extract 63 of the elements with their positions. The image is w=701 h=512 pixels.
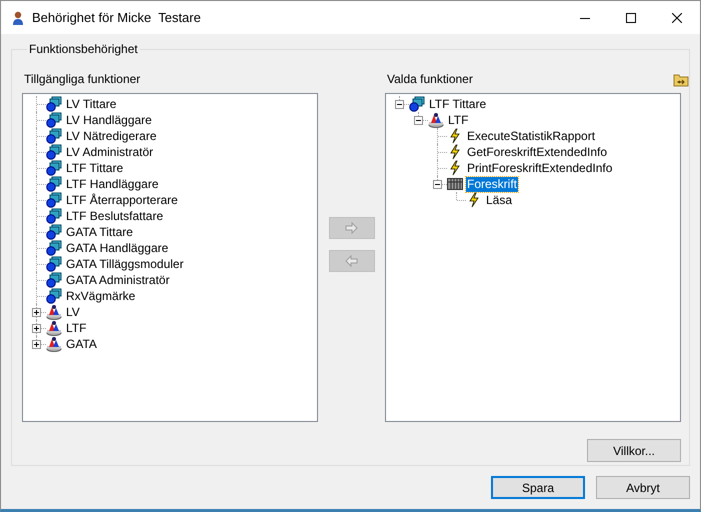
grid-icon <box>447 176 463 192</box>
role-icon <box>46 112 62 128</box>
group-icon <box>46 336 62 352</box>
collapse-icon[interactable] <box>433 180 442 189</box>
role-icon <box>46 288 62 304</box>
tree-item[interactable]: LV Nätredigerare <box>65 128 158 144</box>
collapse-icon[interactable] <box>414 116 423 125</box>
conditions-button[interactable]: Villkor... <box>587 439 681 462</box>
dialog-button[interactable]: Avbryt <box>596 476 690 499</box>
expand-icon[interactable] <box>32 340 41 349</box>
folder-icon[interactable] <box>673 73 689 87</box>
tree-item[interactable]: LTF Återrapporterare <box>65 192 179 208</box>
window-title: Behörighet för Micke Testare <box>32 8 201 27</box>
role-icon <box>46 128 62 144</box>
tree-item[interactable]: LV Tittare <box>65 96 118 112</box>
tree-item[interactable]: GetForeskriftExtendedInfo <box>466 144 608 160</box>
role-icon <box>409 96 425 112</box>
tree-item[interactable]: PrintForeskriftExtendedInfo <box>466 160 614 176</box>
tree-item[interactable]: LTF <box>447 112 470 128</box>
tree-item[interactable]: LV Handläggare <box>65 112 153 128</box>
dialog-button[interactable]: Spara <box>491 476 585 499</box>
tree-item[interactable]: Läsa <box>485 192 514 208</box>
role-icon <box>46 144 62 160</box>
user-icon <box>12 10 24 24</box>
tree-item[interactable]: LTF <box>65 320 88 336</box>
tree-item[interactable]: GATA Administratör <box>65 272 171 288</box>
group-icon <box>46 320 62 336</box>
tree-item[interactable]: LV Administratör <box>65 144 154 160</box>
group-icon <box>46 304 62 320</box>
left-arrow-icon <box>344 254 359 268</box>
tree-item[interactable]: LV <box>65 304 81 320</box>
role-icon <box>46 240 62 256</box>
tree-item[interactable]: RxVägmärke <box>65 288 136 304</box>
role-icon <box>46 176 62 192</box>
tree-item[interactable]: LTF Beslutsfattare <box>65 208 164 224</box>
role-icon <box>46 208 62 224</box>
tree-view[interactable] <box>22 93 318 422</box>
right-arrow-icon <box>344 221 359 235</box>
tree-item[interactable]: GATA Tilläggsmoduler <box>65 256 185 272</box>
group-icon <box>428 112 444 128</box>
tree-item[interactable]: LTF Tittare <box>65 160 124 176</box>
role-icon <box>46 224 62 240</box>
collapse-icon[interactable] <box>395 100 404 109</box>
group-title: Funktionsbehörighet <box>28 41 139 58</box>
role-icon <box>46 272 62 288</box>
tree-item[interactable]: LTF Handläggare <box>65 176 160 192</box>
list-label: Valda funktioner <box>386 71 473 88</box>
tree-item[interactable]: GATA Handläggare <box>65 240 170 256</box>
tree-view[interactable]: LTF Tittare LTF ExecuteStatistikRapport GetForeskriftExtendedInfo PrintForeskriftExtendedInfo Foreskrift Läsa <box>385 93 681 422</box>
tree-item[interactable]: ExecuteStatistikRapport <box>466 128 596 144</box>
role-icon <box>46 160 62 176</box>
expand-icon[interactable] <box>32 324 41 333</box>
role-icon <box>46 256 62 272</box>
tree-item[interactable]: LTF Tittare <box>428 96 488 112</box>
tree-item[interactable]: Foreskrift <box>466 176 518 192</box>
close-icon <box>672 12 682 22</box>
tree-item[interactable]: GATA <box>65 336 98 352</box>
expand-icon[interactable] <box>32 308 41 317</box>
list-label: Tillgängliga funktioner <box>23 71 142 88</box>
maximize-icon <box>626 12 636 22</box>
role-icon <box>46 96 62 112</box>
tree-item[interactable]: GATA Tittare <box>65 224 134 240</box>
role-icon <box>46 192 62 208</box>
